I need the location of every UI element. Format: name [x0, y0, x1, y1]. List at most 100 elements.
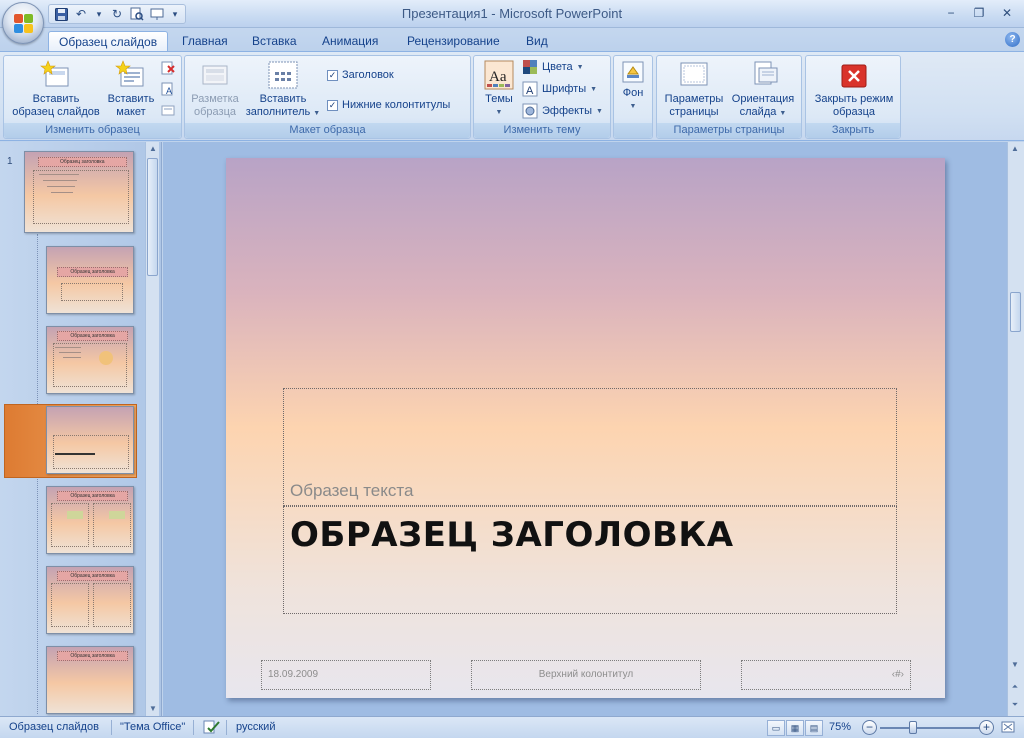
previous-slide-icon[interactable]: ⏶	[1008, 680, 1022, 694]
office-button[interactable]	[2, 2, 44, 44]
tab-slide-master[interactable]: Образец слайдов	[48, 31, 169, 52]
footers-checkbox[interactable]: ✓	[327, 99, 338, 111]
effects-label: Эффекты	[542, 105, 593, 117]
master-layout-icon	[199, 60, 231, 90]
page-setup-icon	[678, 60, 710, 90]
thumbnail-layout-5[interactable]: Образец заголовка	[46, 566, 134, 634]
page-setup-button[interactable]: Параметры страницы	[661, 60, 727, 119]
master-layout-label-2: образца	[194, 106, 236, 118]
colors-button[interactable]: Цвета ▼	[522, 58, 584, 76]
close-master-icon	[841, 64, 867, 90]
scroll-up-icon[interactable]: ▲	[146, 142, 160, 156]
group-close: Закрыть режим образца Закрыть	[805, 55, 901, 139]
group-label-edit-master: Изменить образец	[4, 123, 181, 138]
zoom-slider-knob[interactable]	[909, 721, 917, 734]
svg-text:A: A	[166, 86, 172, 96]
close-master-label-1: Закрыть режим	[814, 93, 894, 105]
thumbnail-slide-master[interactable]: Образец заголовка	[24, 151, 134, 233]
colors-icon	[522, 59, 538, 75]
fonts-chevron-down-icon: ▼	[590, 85, 598, 93]
zoom-slider-track[interactable]	[880, 727, 980, 729]
themes-button[interactable]: Aa Темы ▼	[478, 60, 520, 119]
themes-label: Темы	[485, 93, 513, 105]
thumbnail-layout-3-selected[interactable]	[46, 406, 134, 474]
themes-chevron-down-icon: ▼	[495, 109, 503, 116]
thumbnail-layout-5-title: Образец заголовка	[57, 571, 128, 581]
effects-button[interactable]: Эффекты ▼	[522, 102, 603, 120]
thumbnail-layout-2[interactable]: Образец заголовка	[46, 326, 134, 394]
insert-slide-master-button[interactable]: Вставить образец слайдов	[8, 60, 104, 119]
thumbnail-layout-6[interactable]: Образец заголовка	[46, 646, 134, 714]
status-view-name: Образец слайдов	[9, 721, 99, 733]
slide-canvas: Образец текста ОБРАЗЕЦ ЗАГОЛОВКА 18.09.2…	[226, 158, 945, 698]
themes-icon: Aa	[484, 60, 514, 90]
main-vertical-scrollbar[interactable]: ▲ ▼ ⏶ ⏷	[1007, 142, 1024, 716]
insert-placeholder-button[interactable]: Вставить заполнитель ▼	[243, 60, 323, 120]
main-scroll-up-icon[interactable]: ▲	[1008, 142, 1022, 156]
close-master-view-button[interactable]: Закрыть режим образца	[808, 60, 900, 119]
svg-text:Aa: Aa	[489, 69, 507, 85]
effects-icon	[522, 103, 538, 119]
fit-to-window-icon[interactable]	[1000, 719, 1016, 738]
thumbnail-scroll-thumb[interactable]	[147, 158, 158, 276]
insert-layout-button[interactable]: Вставить макет	[105, 60, 157, 119]
preserve-icon[interactable]	[160, 102, 176, 121]
delete-icon[interactable]	[160, 60, 176, 79]
thumbnail-layout-1[interactable]: Образец заголовка	[46, 246, 134, 314]
background-button[interactable]: Фон ▼	[616, 60, 650, 113]
spellcheck-icon[interactable]	[203, 719, 221, 738]
status-separator	[111, 720, 112, 735]
minimize-button[interactable]: −	[938, 4, 964, 22]
main-scroll-down-icon[interactable]: ▼	[1008, 658, 1022, 672]
master-layout-button[interactable]: Разметка образца	[187, 60, 243, 119]
tab-view[interactable]: Вид	[516, 31, 558, 52]
orientation-label-2: слайда	[739, 106, 777, 118]
group-label-close: Закрыть	[806, 123, 900, 138]
thumbnail-scrollbar[interactable]: ▲ ▼	[145, 142, 159, 716]
restore-button[interactable]: ❐	[966, 4, 992, 22]
thumbnail-number: 1	[7, 156, 13, 167]
insert-master-label-2: образец слайдов	[12, 106, 100, 118]
page-setup-label-1: Параметры	[664, 93, 724, 105]
next-slide-icon[interactable]: ⏷	[1008, 698, 1022, 712]
footers-checkbox-row[interactable]: ✓ Нижние колонтитулы	[327, 96, 450, 114]
tab-insert[interactable]: Вставка	[242, 31, 307, 52]
tab-home[interactable]: Главная	[172, 31, 238, 52]
status-language[interactable]: русский	[236, 721, 275, 733]
slide-number-placeholder[interactable]: ‹#›	[741, 660, 911, 690]
title-checkbox[interactable]: ✓	[327, 69, 338, 81]
thumbnail-layout-4[interactable]: Образец заголовка	[46, 486, 134, 554]
window-title: Презентация1 - Microsoft PowerPoint	[401, 6, 623, 21]
tab-review[interactable]: Рецензирование	[397, 31, 510, 52]
zoom-out-icon[interactable]: −	[862, 720, 877, 735]
scroll-down-icon[interactable]: ▼	[146, 702, 160, 716]
date-placeholder[interactable]: 18.09.2009	[261, 660, 431, 690]
help-icon[interactable]: ?	[1005, 32, 1020, 47]
insert-slide-master-icon	[40, 60, 72, 90]
fonts-icon: A	[522, 81, 538, 97]
tab-animation[interactable]: Анимация	[312, 31, 388, 52]
orientation-label-1: Ориентация	[731, 93, 795, 105]
office-logo-icon	[14, 14, 34, 34]
fonts-label: Шрифты	[542, 83, 587, 95]
title-checkbox-row[interactable]: ✓ Заголовок	[327, 66, 394, 84]
close-window-button[interactable]: ✕	[994, 4, 1020, 22]
thumbnail-title: Образец заголовка	[37, 157, 127, 167]
zoom-in-icon[interactable]: +	[979, 720, 994, 735]
slide-sorter-view-icon[interactable]: ▦	[786, 720, 804, 736]
title-placeholder[interactable]: ОБРАЗЕЦ ЗАГОЛОВКА	[283, 506, 897, 614]
rename-icon[interactable]: A	[160, 81, 176, 100]
group-label-master-layout: Макет образца	[185, 123, 470, 138]
normal-view-icon[interactable]: ▭	[767, 720, 785, 736]
insert-layout-icon	[115, 60, 147, 90]
main-scroll-thumb[interactable]	[1010, 292, 1021, 332]
slideshow-view-icon[interactable]: ▤	[805, 720, 823, 736]
slide-orientation-button[interactable]: Ориентация слайда ▼	[727, 60, 799, 120]
footer-placeholder[interactable]: Верхний колонтитул	[471, 660, 701, 690]
zoom-level[interactable]: 75%	[829, 721, 851, 733]
background-label: Фон	[622, 87, 644, 99]
fonts-button[interactable]: A Шрифты ▼	[522, 80, 597, 98]
close-master-label-2: образца	[833, 106, 875, 118]
background-icon	[621, 60, 645, 84]
subtitle-placeholder[interactable]: Образец текста	[283, 388, 897, 506]
